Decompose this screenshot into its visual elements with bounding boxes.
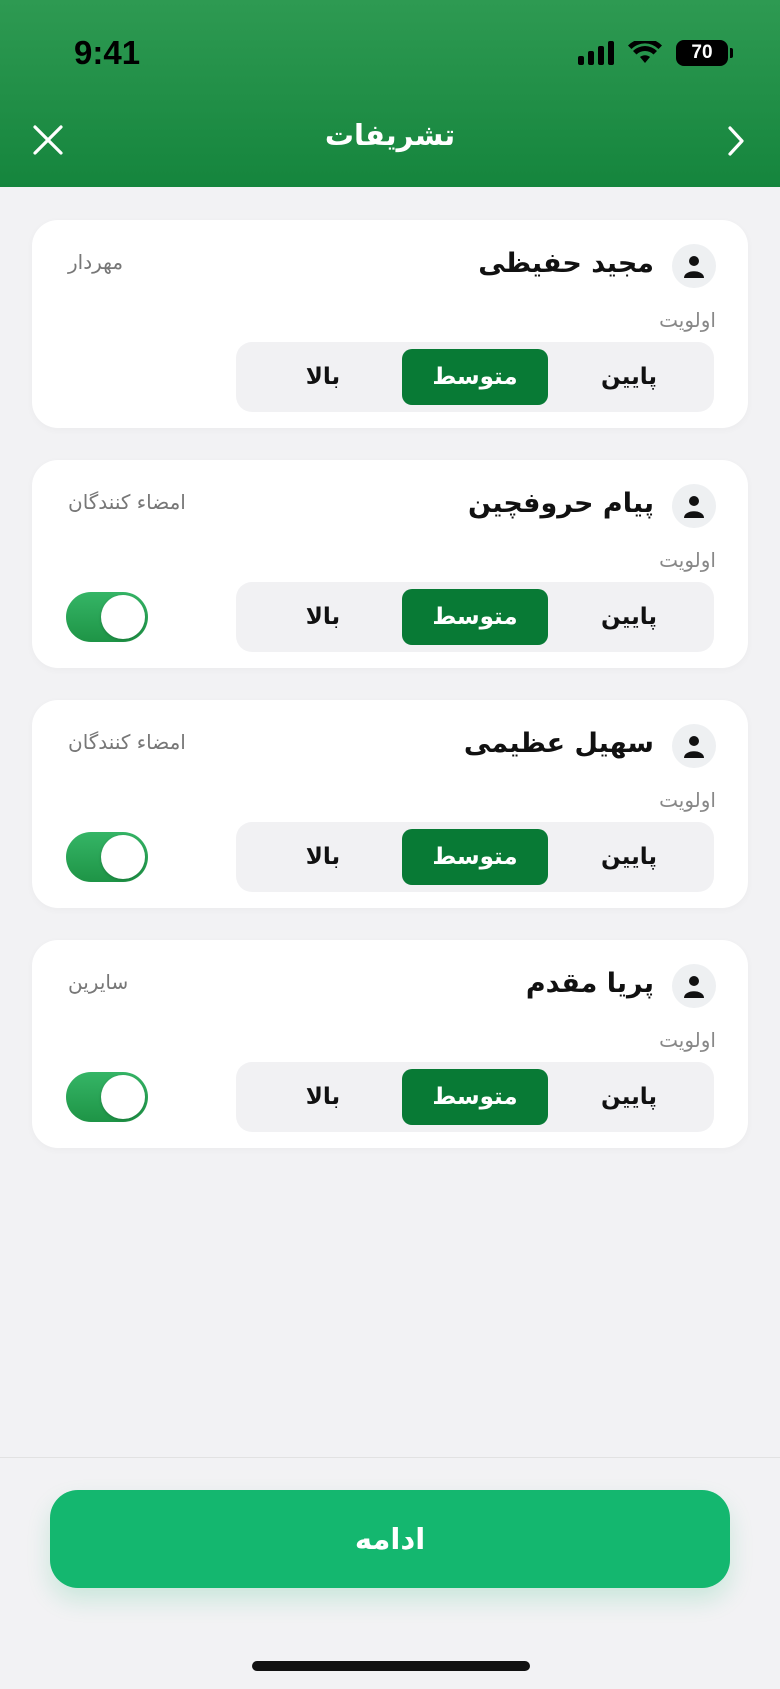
priority-low-option[interactable]: پایین bbox=[556, 349, 702, 405]
priority-low-option[interactable]: پایین bbox=[556, 1069, 702, 1125]
recipient-card: پریا مقدم سایرین اولویت بالا متوسط پایین bbox=[32, 940, 748, 1148]
recipient-toggle[interactable] bbox=[66, 592, 148, 642]
toggle-knob bbox=[101, 835, 145, 879]
recipient-role: مهردار bbox=[68, 250, 124, 274]
priority-medium-option[interactable]: متوسط bbox=[402, 349, 548, 405]
recipient-role: سایرین bbox=[68, 970, 129, 994]
page-title: تشریفات bbox=[324, 118, 456, 152]
home-indicator bbox=[252, 1661, 530, 1671]
recipient-toggle[interactable] bbox=[66, 1072, 148, 1122]
toggle-knob bbox=[101, 1075, 145, 1119]
priority-high-option[interactable]: بالا bbox=[250, 349, 396, 405]
priority-high-option[interactable]: بالا bbox=[250, 829, 396, 885]
priority-segmented-control: بالا متوسط پایین bbox=[236, 822, 714, 892]
toggle-knob bbox=[101, 595, 145, 639]
battery-icon: 70 bbox=[676, 40, 733, 66]
app-header: 9:41 70 تشریفات bbox=[0, 0, 780, 187]
user-icon bbox=[684, 256, 704, 278]
recipient-card: مجید حفیظی مهردار اولویت بالا متوسط پایی… bbox=[32, 220, 748, 428]
continue-button[interactable]: ادامه bbox=[50, 1490, 730, 1588]
priority-segmented-control: بالا متوسط پایین bbox=[236, 1062, 714, 1132]
cellular-signal-icon bbox=[578, 41, 614, 65]
recipient-role: امضاء کنندگان bbox=[68, 730, 186, 754]
priority-label: اولویت bbox=[659, 308, 716, 332]
wifi-icon bbox=[628, 41, 662, 65]
recipient-card: سهیل عظیمی امضاء کنندگان اولویت بالا متو… bbox=[32, 700, 748, 908]
chevron-right-icon[interactable] bbox=[722, 124, 750, 158]
recipient-card: پیام حروفچین امضاء کنندگان اولویت بالا م… bbox=[32, 460, 748, 668]
recipient-toggle[interactable] bbox=[66, 832, 148, 882]
status-icons: 70 bbox=[578, 40, 733, 66]
user-icon bbox=[684, 736, 704, 758]
recipient-name: سهیل عظیمی bbox=[463, 728, 654, 759]
priority-label: اولویت bbox=[659, 1028, 716, 1052]
recipient-name: پیام حروفچین bbox=[468, 488, 654, 519]
user-icon bbox=[684, 496, 704, 518]
priority-low-option[interactable]: پایین bbox=[556, 589, 702, 645]
avatar bbox=[672, 244, 716, 288]
priority-label: اولویت bbox=[659, 788, 716, 812]
avatar bbox=[672, 484, 716, 528]
recipient-name: پریا مقدم bbox=[525, 968, 654, 999]
priority-segmented-control: بالا متوسط پایین bbox=[236, 582, 714, 652]
avatar bbox=[672, 964, 716, 1008]
priority-medium-option[interactable]: متوسط bbox=[402, 589, 548, 645]
footer-divider bbox=[0, 1457, 780, 1458]
priority-medium-option[interactable]: متوسط bbox=[402, 829, 548, 885]
recipient-name: مجید حفیظی bbox=[478, 248, 654, 279]
priority-label: اولویت bbox=[659, 548, 716, 572]
status-time: 9:41 bbox=[74, 34, 141, 71]
priority-medium-option[interactable]: متوسط bbox=[402, 1069, 548, 1125]
priority-low-option[interactable]: پایین bbox=[556, 829, 702, 885]
recipient-role: امضاء کنندگان bbox=[68, 490, 186, 514]
priority-segmented-control: بالا متوسط پایین bbox=[236, 342, 714, 412]
priority-high-option[interactable]: بالا bbox=[250, 1069, 396, 1125]
user-icon bbox=[684, 976, 704, 998]
priority-high-option[interactable]: بالا bbox=[250, 589, 396, 645]
avatar bbox=[672, 724, 716, 768]
